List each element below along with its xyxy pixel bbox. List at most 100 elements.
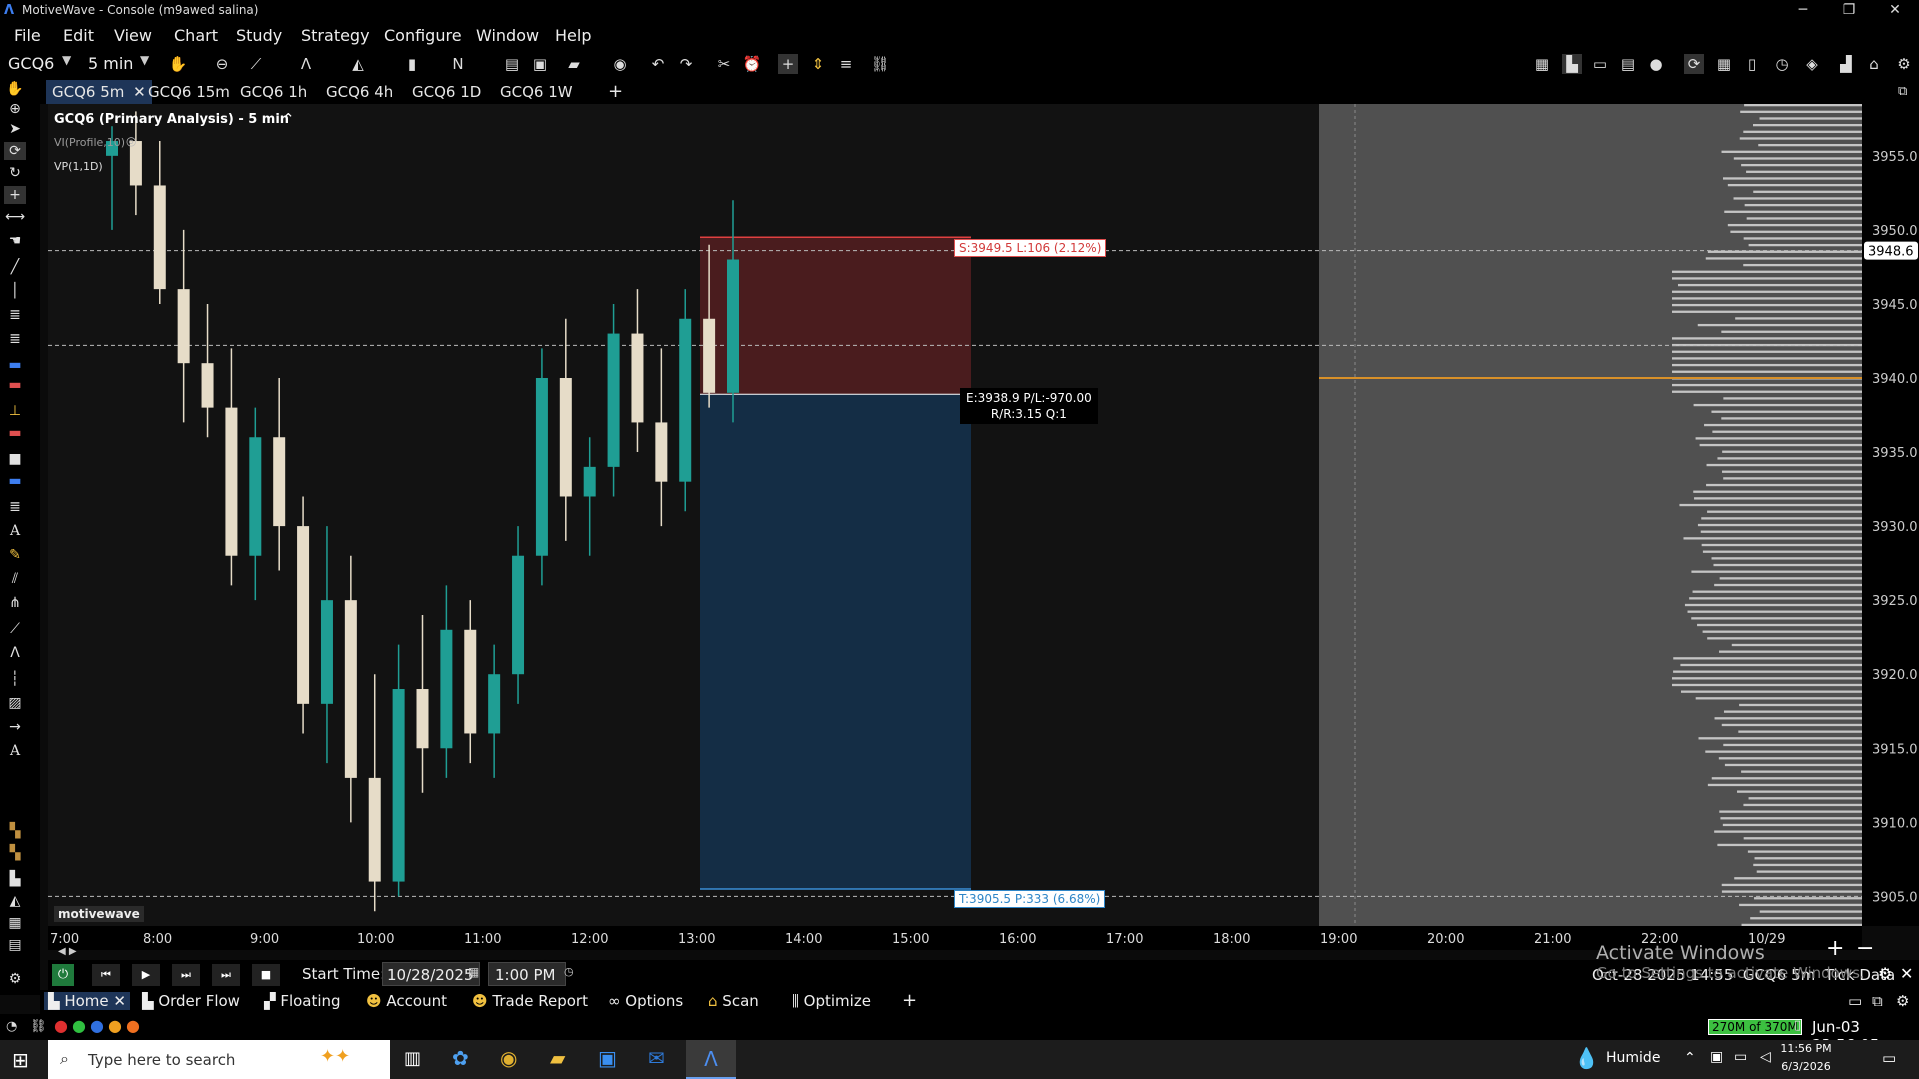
- menu-help[interactable]: Help: [555, 26, 591, 45]
- pointer-tool-icon[interactable]: ➤: [4, 120, 26, 138]
- vertical-line-icon[interactable]: │: [4, 282, 26, 300]
- line-chart-icon[interactable]: ⟋: [246, 54, 266, 74]
- area-chart-icon[interactable]: ◭: [348, 54, 368, 74]
- menu-file[interactable]: File: [14, 26, 41, 45]
- entry-label-box[interactable]: E:3938.9 P/L:-970.00 R/R:3.15 Q:1: [960, 388, 1098, 424]
- annotation-icon[interactable]: A: [4, 742, 26, 760]
- menu-edit[interactable]: Edit: [63, 26, 94, 45]
- taskbar-search[interactable]: ⌕ Type here to search ✦✦: [48, 1040, 390, 1079]
- book-icon[interactable]: ▯: [1742, 54, 1762, 74]
- settings-icon[interactable]: ⚙: [1878, 964, 1892, 983]
- network-icon[interactable]: ▭: [1734, 1049, 1747, 1065]
- time-axis[interactable]: 7:00 8:00 9:00 10:00 11:00 12:00 13:00 14:00 15:…: [48, 926, 1862, 950]
- clock-icon[interactable]: ◷: [1772, 54, 1792, 74]
- pattern-icon[interactable]: Λ: [296, 54, 316, 74]
- file-explorer-icon[interactable]: ▰: [550, 1046, 565, 1070]
- camera-icon[interactable]: ◉: [610, 54, 630, 74]
- price-range-icon[interactable]: ⊥: [4, 402, 26, 420]
- polyline-icon[interactable]: ⟋: [4, 620, 26, 638]
- trend-line-icon[interactable]: ╱: [4, 258, 26, 276]
- volume-icon[interactable]: ◁: [1760, 1049, 1771, 1065]
- menu-configure[interactable]: Configure: [384, 26, 462, 45]
- link-icon[interactable]: ⛓: [870, 54, 890, 74]
- shapes-icon[interactable]: ▟: [1836, 54, 1856, 74]
- pattern-b-icon[interactable]: ▚: [4, 844, 26, 862]
- cycle-tool-icon[interactable]: ⟳: [4, 142, 26, 160]
- panel-order-flow[interactable]: ▙ Order Flow: [142, 992, 240, 1010]
- calendar-icon[interactable]: ▦: [468, 965, 479, 979]
- channel-icon[interactable]: ⫽: [4, 570, 26, 588]
- close-panel-tab-icon[interactable]: ✕: [113, 992, 126, 1010]
- price-chart[interactable]: GCQ6 (Primary Analysis) - 5 min ⌃ VI(Pro…: [48, 104, 1862, 926]
- short-position-icon[interactable]: ▬: [4, 376, 26, 394]
- notification-icon[interactable]: ▭: [1882, 1049, 1896, 1067]
- panel-options[interactable]: ∞ Options: [608, 992, 683, 1010]
- panel-home[interactable]: ▙ Home ✕: [44, 992, 130, 1010]
- sync-icon[interactable]: ⟳: [1684, 54, 1704, 74]
- table-icon[interactable]: ▦: [1714, 54, 1734, 74]
- layout-icon[interactable]: ▦: [1532, 54, 1552, 74]
- task-view-icon[interactable]: ▥: [404, 1048, 421, 1069]
- measure-icon[interactable]: ⇕: [808, 54, 828, 74]
- tray-app-icon[interactable]: ▣: [1710, 1049, 1723, 1065]
- stop-label[interactable]: S:3949.5 L:106 (2.12%): [954, 239, 1107, 257]
- close-panel-icon[interactable]: ✕: [1900, 964, 1913, 983]
- gear-small-icon[interactable]: ⚙: [4, 970, 26, 988]
- trash-icon[interactable]: ▯: [1794, 1018, 1801, 1033]
- menu-window[interactable]: Window: [476, 26, 539, 45]
- motivewave-taskbar-icon[interactable]: Λ: [686, 1040, 736, 1079]
- windows-start-icon[interactable]: ⊞: [12, 1048, 29, 1072]
- chevron-down-icon[interactable]: ▼: [140, 53, 149, 67]
- maximize-button[interactable]: ❐: [1826, 0, 1872, 22]
- zoom-in-icon[interactable]: +: [1826, 936, 1844, 961]
- clock-time[interactable]: 11:56 PM: [1776, 1042, 1836, 1055]
- rectangle-red-icon[interactable]: ▬: [4, 424, 26, 442]
- table-tool-icon[interactable]: ▦: [4, 914, 26, 932]
- target-label[interactable]: T:3905.5 P:333 (6.68%): [954, 890, 1106, 908]
- arrow-icon[interactable]: →: [4, 718, 26, 736]
- detach-icon[interactable]: ⧉: [1892, 80, 1913, 104]
- gann-icon[interactable]: ≣: [4, 498, 26, 516]
- monitor-icon[interactable]: ▭: [1590, 54, 1610, 74]
- interval-select[interactable]: 5 min: [88, 54, 133, 73]
- panel-account[interactable]: ☻ Account: [366, 992, 447, 1010]
- tab-gcq6-4h[interactable]: GCQ6 4h: [320, 80, 399, 104]
- close-button[interactable]: ✕: [1872, 0, 1918, 22]
- mountain-icon[interactable]: ◭: [4, 892, 26, 910]
- weather-label[interactable]: Humide: [1606, 1050, 1660, 1066]
- tab-gcq6-5m[interactable]: GCQ6 5m ✕: [46, 80, 152, 104]
- hidden-eye-icon[interactable]: ◎: [126, 134, 136, 148]
- step-forward-icon[interactable]: ⏭: [172, 964, 200, 986]
- panel-settings-icon[interactable]: ⚙: [1896, 992, 1909, 1010]
- crosshair-tool-icon[interactable]: +: [4, 186, 26, 204]
- add-tab-button[interactable]: +: [602, 80, 629, 104]
- pencil-icon[interactable]: ✎: [4, 546, 26, 564]
- tab-gcq6-1w[interactable]: GCQ6 1W: [494, 80, 579, 104]
- panel-copy-icon[interactable]: ⧉: [1872, 992, 1883, 1010]
- scroll-arrows-icon[interactable]: ◀ ▶: [58, 946, 77, 957]
- tab-gcq6-1h[interactable]: GCQ6 1h: [234, 80, 313, 104]
- mail-icon[interactable]: ✉: [648, 1046, 665, 1070]
- price-axis[interactable]: 3955.0 3950.0 3945.0 3940.0 3935.0 3930.0 3925…: [1862, 104, 1919, 926]
- menu-chart[interactable]: Chart: [174, 26, 218, 45]
- zoom-icon[interactable]: ⊖: [212, 54, 232, 74]
- power-icon[interactable]: ⏻: [52, 964, 74, 986]
- panel-scan[interactable]: ⌂ Scan: [708, 992, 759, 1010]
- histogram-icon[interactable]: ▙: [4, 870, 26, 888]
- rectangle-blue-icon[interactable]: ▬: [4, 472, 26, 490]
- list-icon[interactable]: ≡: [836, 54, 856, 74]
- new-document-icon[interactable]: ▤: [502, 54, 522, 74]
- minimize-button[interactable]: ─: [1780, 0, 1826, 22]
- pitchfork-icon[interactable]: ⋔: [4, 594, 26, 612]
- hand-drag-icon[interactable]: ☚: [4, 232, 26, 250]
- study-label-vp[interactable]: VP(1,1D): [54, 160, 103, 173]
- play-icon[interactable]: ▶: [132, 964, 160, 986]
- menu-strategy[interactable]: Strategy: [301, 26, 370, 45]
- gear-icon[interactable]: ⚙: [1894, 54, 1914, 74]
- bar-type-icon[interactable]: N: [448, 54, 468, 74]
- database-icon[interactable]: ▤: [4, 936, 26, 954]
- measure-tool-icon[interactable]: ⟷: [4, 208, 26, 226]
- wave-icon[interactable]: Λ: [4, 644, 26, 662]
- clock-date[interactable]: 6/3/2026: [1776, 1060, 1836, 1073]
- zoom-tool-icon[interactable]: ⊕: [4, 100, 26, 118]
